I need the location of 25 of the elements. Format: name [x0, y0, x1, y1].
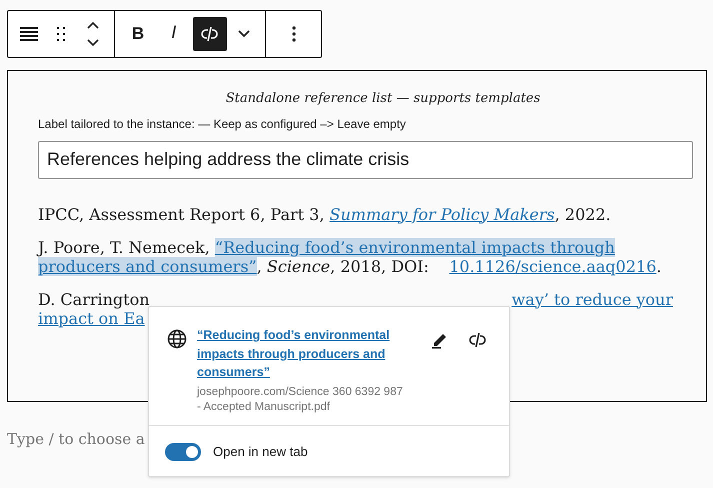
reference-text: , Science, 2018, DOI: — [256, 256, 430, 276]
link-title[interactable]: “Reducing food’s environmental impacts through producers and consumers” — [197, 326, 397, 382]
unlink-button[interactable] — [193, 17, 227, 51]
toggle-label: Open in new tab — [213, 442, 308, 461]
selected-link[interactable]: “Reducing food’s environmental impacts through — [214, 238, 615, 256]
reference-link[interactable]: way’ to reduce your — [512, 290, 673, 308]
italic-button[interactable]: I — [157, 17, 191, 51]
reference-text: IPCC, Assessment Report 6, Part 3, — [38, 204, 326, 224]
bold-button[interactable]: B — [121, 17, 155, 51]
globe-icon — [167, 329, 187, 349]
link-url: josephpoore.com/Science 360 6392 987 - Accepted Manuscript.pdf — [197, 384, 404, 414]
selected-link[interactable]: producers and consumers” — [38, 256, 257, 276]
reference-link[interactable]: impact on Ea — [38, 308, 145, 328]
heading-input-field[interactable]: References helping address the climate crisis — [38, 140, 693, 178]
toggle-switch[interactable] — [165, 442, 201, 460]
field-label: Label tailored to the instance: — Keep as configured –> Leave empty — [38, 116, 407, 132]
reference-link[interactable]: 10.1126/science.aaq0216 — [449, 256, 656, 276]
reference-text: D. Carrington — [38, 290, 150, 308]
unlink-icon — [200, 24, 220, 44]
empty-paragraph-field[interactable]: Type / to choose a — [7, 428, 145, 450]
reference-link[interactable]: Summary for Policy Makers — [330, 204, 555, 224]
reference-text: J. Poore, T. Nemecek, — [38, 238, 211, 256]
reference-text: , 2022. — [554, 204, 611, 224]
reference-text: . — [656, 256, 662, 276]
block-caption: Standalone reference list — supports templates — [224, 90, 542, 108]
